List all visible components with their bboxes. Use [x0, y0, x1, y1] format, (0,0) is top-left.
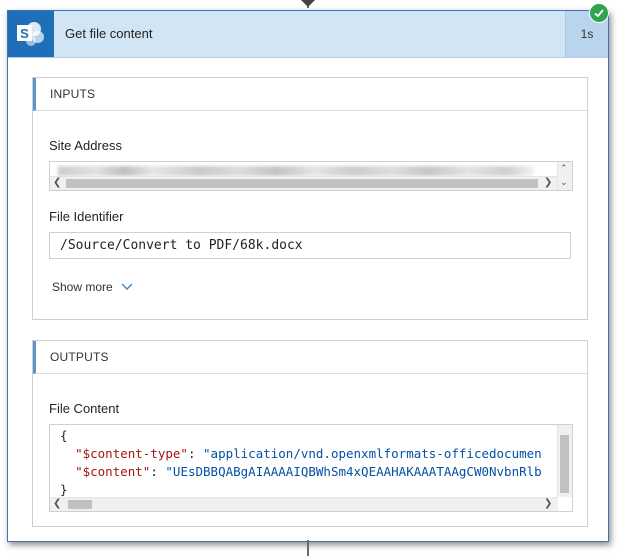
action-title: Get file content — [65, 26, 153, 41]
file-content-hscrollbar[interactable]: ❮ ❯ — [50, 497, 558, 511]
vscroll-thumb[interactable] — [560, 435, 569, 493]
site-address-vscrollbar[interactable]: ⌃ ⌄ — [557, 162, 572, 190]
file-identifier-field[interactable]: /Source/Convert to PDF/68k.docx — [49, 232, 571, 259]
scroll-left-icon[interactable]: ❮ — [53, 498, 61, 510]
json-key-content: "$content" — [75, 464, 151, 479]
show-more-label: Show more — [52, 280, 113, 294]
show-more-button[interactable]: Show more — [52, 280, 133, 294]
flow-arrow-icon — [301, 0, 315, 7]
scroll-right-icon[interactable]: ❯ — [544, 177, 552, 189]
json-key-content-type: "$content-type" — [75, 446, 188, 461]
action-card-header[interactable]: S Get file content 1s — [8, 11, 608, 58]
file-content-label: File Content — [49, 401, 120, 416]
outputs-section: OUTPUTS File Content { "$content-type": … — [32, 340, 588, 527]
scroll-up-icon[interactable]: ⌃ — [560, 162, 568, 174]
scroll-down-icon[interactable]: ⌄ — [560, 176, 568, 188]
svg-text:S: S — [20, 26, 29, 41]
check-icon — [589, 3, 609, 23]
site-address-redacted — [58, 166, 534, 176]
sharepoint-icon: S — [8, 11, 54, 57]
file-identifier-label: File Identifier — [49, 209, 124, 224]
file-content-vscrollbar[interactable] — [557, 425, 572, 497]
hscroll-thumb[interactable] — [68, 500, 92, 509]
outputs-section-header[interactable]: OUTPUTS — [33, 341, 587, 374]
action-card: S Get file content 1s INPUTS Site Addres… — [7, 10, 609, 542]
site-address-label: Site Address — [49, 138, 122, 153]
scroll-left-icon[interactable]: ❮ — [53, 177, 61, 189]
file-content-field[interactable]: { "$content-type": "application/vnd.open… — [49, 424, 573, 512]
site-address-hscrollbar[interactable]: ❮ ❯ — [50, 176, 558, 190]
json-open-brace: { — [60, 428, 68, 443]
json-close-brace: } — [60, 482, 68, 497]
chevron-down-icon — [121, 280, 133, 294]
inputs-section-header[interactable]: INPUTS — [33, 78, 587, 111]
inputs-section: INPUTS Site Address ❮ ❯ ⌃ ⌄ File Identif… — [32, 77, 588, 320]
hscroll-thumb[interactable] — [66, 179, 538, 188]
json-value-content: "UEsDBBQABgAIAAAAIQBWhSm4xQEAAHAKAAATAAg… — [165, 464, 542, 479]
scroll-right-icon[interactable]: ❯ — [544, 498, 552, 510]
file-content-json: { "$content-type": "application/vnd.open… — [60, 428, 542, 497]
flow-connector-bottom — [307, 540, 309, 556]
site-address-field[interactable]: ❮ ❯ ⌃ ⌄ — [49, 161, 573, 191]
json-value-content-type: "application/vnd.openxmlformats-officedo… — [203, 446, 542, 461]
